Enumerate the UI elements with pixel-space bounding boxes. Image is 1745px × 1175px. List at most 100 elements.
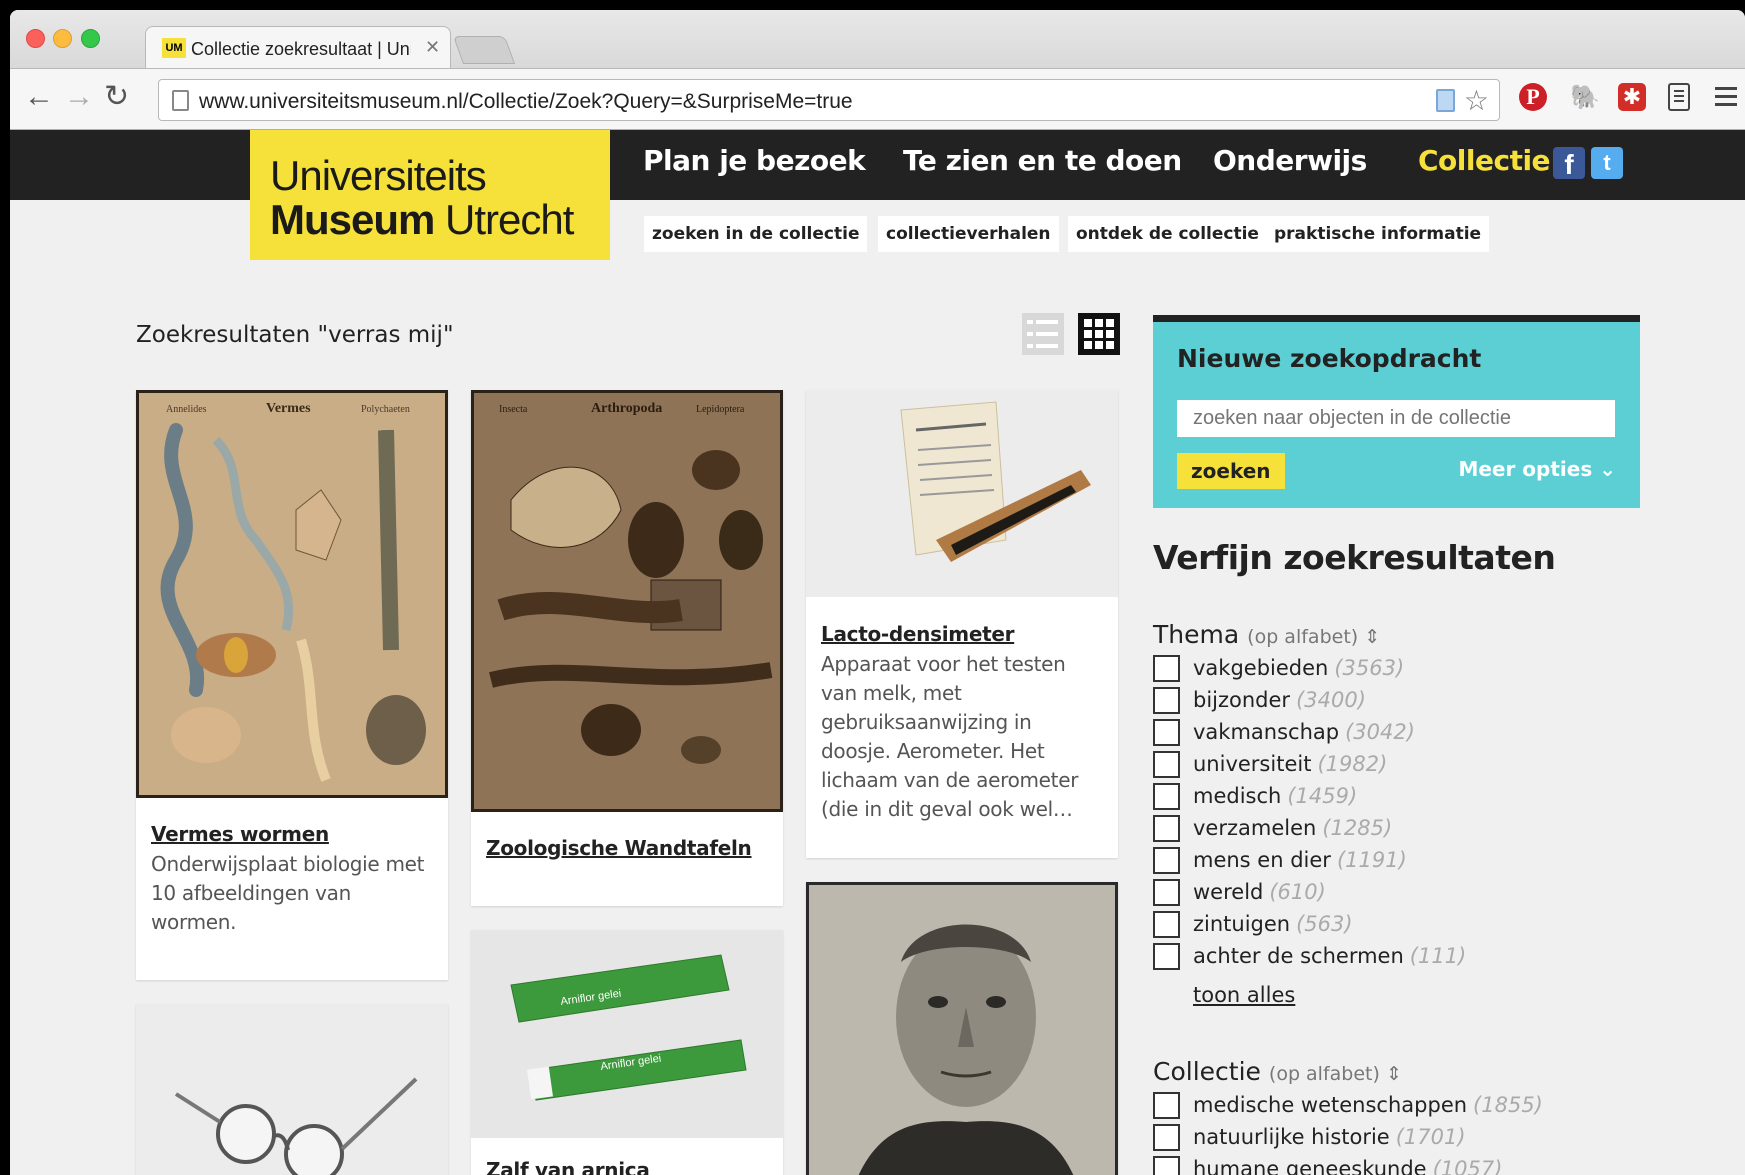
nav-onderwijs[interactable]: Onderwijs — [1213, 144, 1367, 177]
logo-utrecht: Utrecht — [445, 196, 574, 243]
nav-plan-je-bezoek[interactable]: Plan je bezoek — [643, 144, 866, 177]
result-card[interactable] — [806, 882, 1118, 1175]
card-title[interactable]: Zoologische Wandtafeln — [486, 836, 752, 860]
facet-label: achter de schermen (111) — [1193, 944, 1467, 968]
result-card[interactable] — [136, 1004, 448, 1175]
facet-checkbox[interactable] — [1153, 655, 1180, 682]
grid-view-icon[interactable] — [1078, 313, 1120, 355]
twitter-icon[interactable]: t — [1591, 147, 1623, 179]
pinterest-icon[interactable]: P — [1519, 83, 1547, 111]
facet-count: (1701) — [1395, 1125, 1466, 1149]
facet-sort-label: (op alfabet) — [1268, 1063, 1380, 1085]
address-bar[interactable]: www.universiteitsmuseum.nl/Collectie/Zoe… — [158, 79, 1500, 121]
facet-label: zintuigen (563) — [1193, 912, 1353, 936]
card-title[interactable]: Vermes wormen — [151, 822, 329, 846]
facet-checkbox[interactable] — [1153, 751, 1180, 778]
more-options-label: Meer opties — [1458, 457, 1593, 481]
tab-close-icon[interactable]: ✕ — [425, 37, 440, 58]
facet-checkbox[interactable] — [1153, 1124, 1180, 1151]
facet-count: (1855) — [1473, 1093, 1543, 1117]
chevron-down-icon: ⌄ — [1599, 457, 1616, 481]
new-tab-button[interactable] — [452, 36, 516, 64]
lastpass-icon[interactable]: ✱ — [1618, 83, 1646, 111]
facet-label: wereld (610) — [1193, 880, 1326, 904]
facet-heading-thema: Thema (op alfabet) ⇕ — [1153, 620, 1380, 649]
search-button[interactable]: zoeken — [1177, 453, 1285, 489]
portrait-photo-image[interactable] — [806, 882, 1118, 1175]
facet-checkbox[interactable] — [1153, 943, 1180, 970]
page-icon — [172, 90, 189, 111]
facet-checkbox[interactable] — [1153, 1092, 1180, 1119]
sort-arrows-icon: ⇕ — [1385, 1063, 1402, 1085]
arthropoda-poster-image[interactable]: Arthropoda Insecta Lepidoptera — [471, 390, 783, 812]
nav-collectie[interactable]: Collectie — [1418, 144, 1551, 177]
spectacles-image[interactable] — [136, 1004, 448, 1175]
close-window-button[interactable] — [26, 29, 45, 48]
facet-count: (1459) — [1287, 784, 1358, 808]
facet-name: Thema — [1153, 620, 1240, 649]
result-card[interactable]: Annelides Vermes Polychaeten Vermes worm… — [136, 390, 448, 980]
facet-checkbox[interactable] — [1153, 847, 1180, 874]
result-card[interactable]: Arthropoda Insecta Lepidoptera Zoologisc… — [471, 390, 783, 906]
search-input[interactable] — [1177, 400, 1615, 437]
minimize-window-button[interactable] — [53, 29, 72, 48]
bookmark-star-icon[interactable]: ☆ — [1464, 84, 1489, 117]
facet-label: universiteit (1982) — [1193, 752, 1388, 776]
menu-icon[interactable] — [1715, 83, 1737, 111]
subnav-collectieverhalen[interactable]: collectieverhalen — [878, 216, 1059, 252]
result-card[interactable]: Arniflor gelei Arniflor gelei Zalf van a… — [471, 930, 783, 1175]
back-arrow-icon[interactable]: ← — [24, 82, 54, 112]
facebook-icon[interactable]: f — [1553, 147, 1585, 180]
forward-arrow-icon[interactable]: → — [64, 82, 94, 112]
more-options-toggle[interactable]: Meer opties ⌄ — [1458, 457, 1616, 481]
result-card[interactable]: Lacto-densimeter Apparaat voor het teste… — [806, 390, 1118, 858]
facet-checkbox[interactable] — [1153, 815, 1180, 842]
browser-toolbar: ← → ↻ www.universiteitsmuseum.nl/Collect… — [10, 68, 1745, 130]
reader-doc-icon[interactable] — [1668, 83, 1690, 111]
browser-tab[interactable]: UM Collectie zoekresultaat | Universitei… — [145, 26, 451, 70]
facet-label: bijzonder (3400) — [1193, 688, 1366, 712]
facet-checkbox[interactable] — [1153, 911, 1180, 938]
url-text[interactable]: www.universiteitsmuseum.nl/Collectie/Zoe… — [199, 90, 853, 114]
site-logo[interactable]: Universiteits Museum Utrecht — [250, 130, 610, 260]
facet-checkbox[interactable] — [1153, 687, 1180, 714]
lacto-densimeter-image[interactable] — [806, 390, 1118, 597]
vermes-poster-image[interactable]: Annelides Vermes Polychaeten — [136, 390, 448, 798]
svg-text:Insecta: Insecta — [499, 404, 528, 415]
logo-line1: Universiteits — [270, 152, 487, 199]
facet-sort-toggle[interactable]: (op alfabet) ⇕ — [1247, 626, 1380, 648]
facet-count: (1285) — [1322, 816, 1393, 840]
subnav-praktische-informatie[interactable]: praktische informatie — [1266, 216, 1490, 252]
tab-strip: UM Collectie zoekresultaat | Universitei… — [10, 10, 1745, 70]
search-panel: Nieuwe zoekopdracht zoeken Meer opties ⌄ — [1153, 315, 1640, 508]
facet-checkbox[interactable] — [1153, 879, 1180, 906]
evernote-icon[interactable]: 🐘 — [1570, 83, 1600, 111]
subnav-zoeken[interactable]: zoeken in de collectie — [644, 216, 868, 252]
facet-count: (1982) — [1317, 752, 1388, 776]
page-action-icon[interactable] — [1436, 89, 1455, 112]
facet-count: (1057) — [1432, 1157, 1503, 1175]
nav-te-zien-en-te-doen[interactable]: Te zien en te doen — [903, 144, 1182, 177]
facet-heading-collectie: Collectie (op alfabet) ⇕ — [1153, 1057, 1402, 1086]
show-all-link[interactable]: toon alles — [1193, 983, 1295, 1007]
zoom-window-button[interactable] — [81, 29, 100, 48]
facet-sort-toggle[interactable]: (op alfabet) ⇕ — [1269, 1063, 1402, 1085]
results-title: Zoekresultaten "verras mij" — [136, 322, 454, 348]
facet-count: (1191) — [1336, 848, 1407, 872]
card-title[interactable]: Zalf van arnica — [486, 1158, 650, 1175]
card-description: Apparaat voor het testen van melk, met g… — [821, 652, 1079, 821]
facet-checkbox[interactable] — [1153, 783, 1180, 810]
facet-checkbox[interactable] — [1153, 719, 1180, 746]
facet-label: mens en dier (1191) — [1193, 848, 1407, 872]
subnav-ontdek[interactable]: ontdek de collectie — [1068, 216, 1267, 252]
facet-count: (3563) — [1334, 656, 1405, 680]
facet-checkbox[interactable] — [1153, 1156, 1180, 1175]
svg-text:Polychaeten: Polychaeten — [361, 404, 410, 415]
arnica-tube-image[interactable]: Arniflor gelei Arniflor gelei — [471, 930, 783, 1138]
card-title[interactable]: Lacto-densimeter — [821, 622, 1014, 646]
facet-label: vakmanschap (3042) — [1193, 720, 1415, 744]
reload-icon[interactable]: ↻ — [104, 82, 129, 112]
list-view-icon[interactable] — [1022, 313, 1064, 355]
facet-sort-label: (op alfabet) — [1247, 626, 1359, 648]
facet-label: medische wetenschappen (1855) — [1193, 1093, 1543, 1117]
